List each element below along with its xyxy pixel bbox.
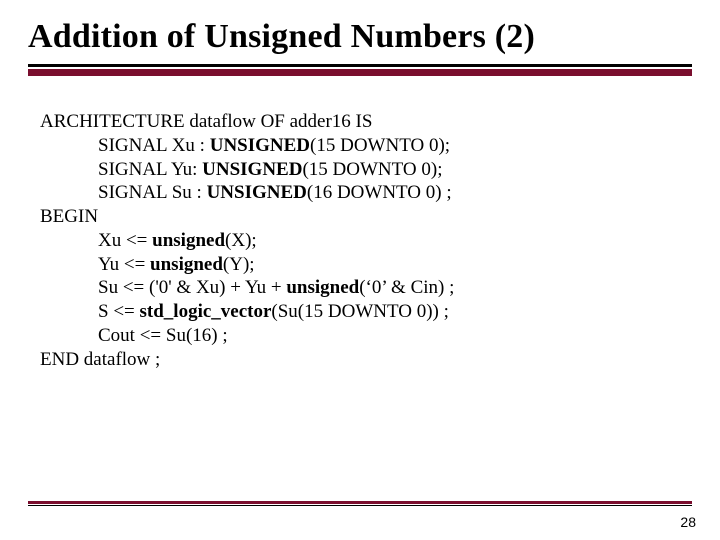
code-text: Cout <= Su(16) ;	[98, 325, 228, 346]
code-text: (‘0’ & Cin) ;	[359, 277, 454, 298]
code-line: SIGNAL Xu : UNSIGNED(15 DOWNTO 0);	[40, 134, 680, 158]
title-rule	[28, 64, 692, 76]
code-line: ARCHITECTURE dataflow OF adder16 IS	[40, 110, 680, 134]
code-line: Cout <= Su(16) ;	[40, 324, 680, 348]
code-keyword: unsigned	[150, 254, 223, 275]
page-title: Addition of Unsigned Numbers (2)	[28, 18, 692, 56]
code-text: (15 DOWNTO 0);	[310, 135, 450, 156]
code-keyword: UNSIGNED	[202, 159, 302, 180]
code-text: SIGNAL Yu:	[98, 159, 202, 180]
code-text: (Y);	[223, 254, 255, 275]
code-keyword: UNSIGNED	[210, 135, 310, 156]
code-text: ARCHITECTURE dataflow OF adder16 IS	[40, 111, 372, 132]
code-line: Yu <= unsigned(Y);	[40, 253, 680, 277]
slide: Addition of Unsigned Numbers (2) ARCHITE…	[0, 0, 720, 540]
code-keyword: unsigned	[286, 277, 359, 298]
code-keyword: unsigned	[152, 230, 225, 251]
code-keyword: UNSIGNED	[207, 182, 307, 203]
code-text: (16 DOWNTO 0) ;	[307, 182, 452, 203]
code-text: END dataflow ;	[40, 349, 160, 370]
code-line: END dataflow ;	[40, 348, 680, 372]
code-line: BEGIN	[40, 205, 680, 229]
page-number: 28	[680, 514, 696, 530]
code-text: (X);	[225, 230, 257, 251]
code-text: SIGNAL Xu :	[98, 135, 210, 156]
rule-black	[28, 64, 692, 67]
code-line: S <= std_logic_vector(Su(15 DOWNTO 0)) ;	[40, 300, 680, 324]
code-block: ARCHITECTURE dataflow OF adder16 IS SIGN…	[40, 110, 680, 371]
code-keyword: std_logic_vector	[140, 301, 272, 322]
code-text: Su <= ('0' & Xu) + Yu +	[98, 277, 286, 298]
code-line: Xu <= unsigned(X);	[40, 229, 680, 253]
rule-maroon	[28, 69, 692, 76]
title-block: Addition of Unsigned Numbers (2)	[0, 0, 720, 56]
body: ARCHITECTURE dataflow OF adder16 IS SIGN…	[0, 76, 720, 371]
code-line: Su <= ('0' & Xu) + Yu + unsigned(‘0’ & C…	[40, 276, 680, 300]
footer-rule	[28, 501, 692, 504]
code-text: Yu <=	[98, 254, 150, 275]
code-text: BEGIN	[40, 206, 98, 227]
code-text: (Su(15 DOWNTO 0)) ;	[271, 301, 449, 322]
code-text: S <=	[98, 301, 140, 322]
code-line: SIGNAL Su : UNSIGNED(16 DOWNTO 0) ;	[40, 181, 680, 205]
code-text: (15 DOWNTO 0);	[302, 159, 442, 180]
code-text: Xu <=	[98, 230, 152, 251]
code-text: SIGNAL Su :	[98, 182, 207, 203]
code-line: SIGNAL Yu: UNSIGNED(15 DOWNTO 0);	[40, 158, 680, 182]
